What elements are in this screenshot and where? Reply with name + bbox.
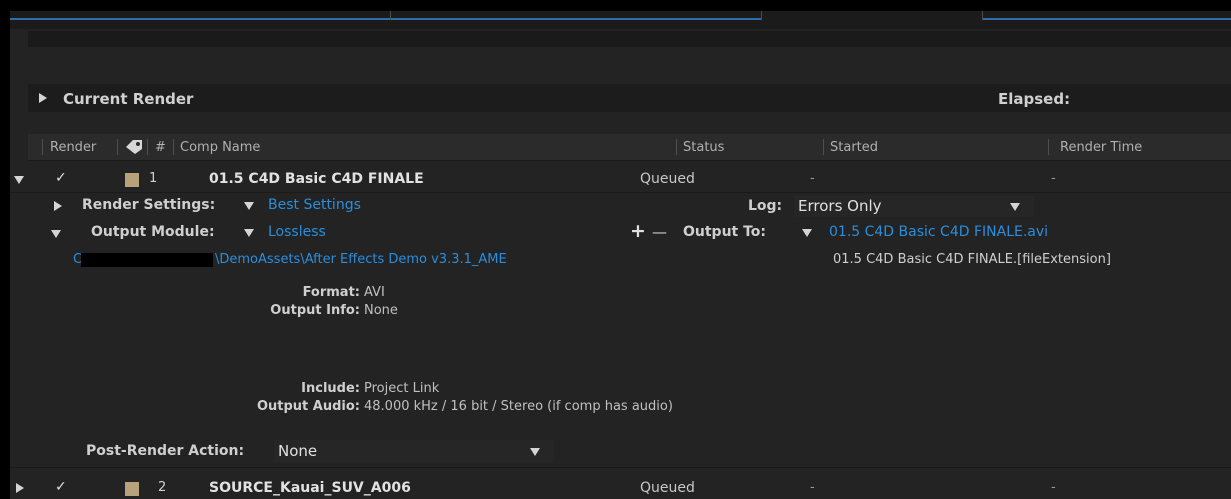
tab-underline — [10, 18, 390, 20]
column-separator — [117, 139, 118, 155]
dropdown-arrow-icon — [1010, 203, 1020, 211]
dropdown-arrow-icon[interactable] — [802, 229, 812, 237]
elapsed-label: Elapsed: — [998, 90, 1071, 108]
log-select[interactable]: Errors Only — [794, 195, 1034, 217]
column-separator — [676, 139, 677, 155]
column-comp-name[interactable]: Comp Name — [180, 140, 260, 155]
log-value: Errors Only — [798, 197, 882, 215]
column-separator — [173, 139, 174, 155]
tab-underline — [391, 18, 761, 20]
tab-bar — [10, 11, 1231, 29]
output-audio-label: Output Audio: — [256, 399, 360, 414]
current-render-bar[interactable]: Current Render Elapsed: — [28, 84, 1231, 112]
render-settings-link[interactable]: Best Settings — [268, 197, 361, 213]
item-number: 2 — [158, 480, 167, 495]
comp-name[interactable]: SOURCE_Kauai_SUV_A006 — [209, 480, 411, 496]
output-path-row: C \DemoAssets\After Effects Demo v3.3.1_… — [10, 249, 1231, 271]
log-label: Log: — [748, 198, 783, 214]
render-checkbox[interactable]: ✓ — [55, 479, 67, 495]
include-label: Include: — [301, 381, 360, 396]
output-module-label: Output Module: — [91, 224, 215, 240]
include-value: Project Link — [364, 381, 440, 396]
output-info-label: Output Info: — [270, 303, 360, 318]
column-separator — [42, 139, 43, 155]
post-render-action-label: Post-Render Action: — [86, 443, 245, 459]
column-render-time[interactable]: Render Time — [1060, 140, 1142, 155]
expand-triangle-icon[interactable] — [39, 93, 47, 103]
expand-triangle-icon[interactable] — [54, 201, 62, 211]
row-divider — [10, 467, 1231, 468]
tab-underline — [983, 18, 1231, 20]
render-settings-row: Render Settings: Best Settings Log: Erro… — [10, 195, 1231, 217]
remove-output-module-button[interactable]: — — [652, 223, 667, 241]
add-output-module-button[interactable]: + — [630, 220, 646, 242]
label-tag-icon[interactable] — [125, 139, 143, 155]
row-divider — [10, 192, 1231, 193]
item-render-time: - — [1051, 480, 1056, 495]
column-separator — [823, 139, 824, 155]
output-audio-value: 48.000 kHz / 16 bit / Stereo (if comp ha… — [364, 399, 673, 414]
queue-item-row[interactable]: ✓ 2 SOURCE_Kauai_SUV_A006 Queued - - — [10, 477, 1231, 499]
post-render-action-select[interactable]: None — [274, 440, 554, 462]
queue-item-row[interactable]: ✓ 1 01.5 C4D Basic C4D FINALE Queued - - — [10, 168, 1231, 190]
column-render[interactable]: Render — [50, 140, 96, 155]
column-status[interactable]: Status — [683, 140, 724, 155]
output-module-link[interactable]: Lossless — [268, 224, 326, 240]
tab-separator — [761, 11, 762, 20]
comp-name[interactable]: 01.5 C4D Basic C4D FINALE — [209, 171, 424, 187]
column-started[interactable]: Started — [830, 140, 878, 155]
output-to-label: Output To: — [683, 224, 767, 240]
column-separator — [147, 139, 148, 155]
item-status: Queued — [640, 171, 695, 187]
column-separator — [1048, 139, 1049, 155]
item-status: Queued — [640, 480, 695, 496]
dropdown-arrow-icon[interactable] — [244, 202, 254, 210]
dropdown-arrow-icon — [530, 448, 540, 456]
expand-triangle-icon[interactable] — [16, 483, 24, 493]
label-color-swatch[interactable] — [125, 482, 139, 496]
output-info-value: None — [364, 303, 398, 318]
output-filename-template: 01.5 C4D Basic C4D FINALE.[fileExtension… — [833, 252, 1111, 267]
queue-column-header: Render # Comp Name Status Started Render… — [28, 134, 1231, 161]
post-render-action-value: None — [278, 442, 318, 460]
collapse-triangle-icon[interactable] — [14, 176, 24, 184]
format-value: AVI — [364, 285, 385, 300]
redaction-box — [81, 253, 213, 267]
item-render-time: - — [1051, 171, 1056, 186]
render-settings-label: Render Settings: — [82, 197, 216, 213]
item-number: 1 — [149, 171, 158, 186]
collapse-triangle-icon[interactable] — [51, 230, 61, 238]
format-label: Format: — [302, 285, 360, 300]
item-started: - — [810, 480, 815, 495]
output-module-row: Output Module: Lossless + — Output To: 0… — [10, 220, 1231, 244]
render-checkbox[interactable]: ✓ — [55, 170, 67, 186]
current-render-label: Current Render — [63, 90, 194, 108]
render-progress-bar — [28, 31, 1231, 47]
column-number[interactable]: # — [155, 140, 166, 155]
output-to-link[interactable]: 01.5 C4D Basic C4D FINALE.avi — [829, 224, 1048, 240]
render-queue-panel: Current Render Elapsed: Render # Comp Na… — [10, 11, 1231, 499]
dropdown-arrow-icon[interactable] — [244, 229, 254, 237]
item-started: - — [810, 171, 815, 186]
label-color-swatch[interactable] — [125, 173, 139, 187]
output-path-link[interactable]: \DemoAssets\After Effects Demo v3.3.1_AM… — [215, 252, 507, 267]
